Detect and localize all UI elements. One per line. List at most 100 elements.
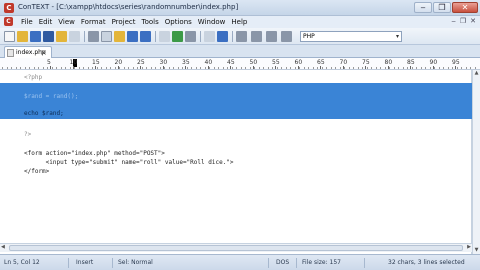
ruler-minor-tick xyxy=(389,67,390,69)
code-line-selected[interactable]: echo $rand; xyxy=(0,108,472,119)
menu-bar: C File Edit View Format Project Tools Op… xyxy=(0,16,480,28)
menu-window[interactable]: Window xyxy=(195,16,229,28)
ruler-minor-tick xyxy=(303,67,305,69)
find-next-icon[interactable] xyxy=(185,31,196,42)
play-macro-icon[interactable] xyxy=(217,31,228,42)
ruler-minor-tick xyxy=(209,67,210,69)
menu-help[interactable]: Help xyxy=(228,16,250,28)
ruler-minor-tick xyxy=(128,67,129,69)
ruler-minor-tick xyxy=(317,67,318,69)
ruler-minor-tick xyxy=(231,67,233,69)
ruler-minor-tick xyxy=(101,67,102,69)
vertical-scrollbar[interactable]: ▲ ▼ xyxy=(472,70,480,254)
run-f11-icon[interactable] xyxy=(266,31,277,42)
code-line[interactable]: </form> xyxy=(0,166,472,177)
toolbar: PHP ▾ xyxy=(0,28,480,45)
record-macro-icon[interactable] xyxy=(204,31,215,42)
menu-file[interactable]: File xyxy=(18,16,36,28)
scroll-left-icon[interactable]: ◀ xyxy=(1,244,5,250)
ruler-minor-tick xyxy=(249,67,251,69)
menu-edit[interactable]: Edit xyxy=(36,16,56,28)
paste-icon[interactable] xyxy=(114,31,125,42)
ruler-minor-tick xyxy=(429,67,431,69)
menu-tools[interactable]: Tools xyxy=(139,16,162,28)
tab-index-php[interactable]: index.php × xyxy=(4,46,52,58)
ruler-minor-tick xyxy=(456,67,458,69)
doc-minimize-button[interactable]: ‒ xyxy=(451,17,455,25)
menu-view[interactable]: View xyxy=(55,16,78,28)
horizontal-scrollbar[interactable]: ◀ ▶ xyxy=(0,243,472,252)
new-file-icon[interactable] xyxy=(4,31,15,42)
menu-project[interactable]: Project xyxy=(109,16,139,28)
scroll-right-icon[interactable]: ▶ xyxy=(467,244,471,250)
close-file-icon[interactable] xyxy=(56,31,67,42)
ruler-minor-tick xyxy=(380,67,381,69)
cut-icon[interactable] xyxy=(88,31,99,42)
ruler-minor-tick xyxy=(96,67,98,69)
code-text: <input type="submit" name="roll" value="… xyxy=(24,159,234,166)
copy-icon[interactable] xyxy=(101,31,112,42)
ruler-minor-tick xyxy=(78,67,80,69)
ruler-minor-tick xyxy=(447,67,449,69)
scroll-down-icon[interactable]: ▼ xyxy=(473,247,480,254)
ruler-minor-tick xyxy=(330,67,332,69)
chevron-down-icon: ▾ xyxy=(395,33,399,40)
minimize-button[interactable]: ‒ xyxy=(414,2,432,13)
insert-mode: Insert xyxy=(76,259,94,266)
ruler-label: 65 xyxy=(317,59,325,66)
ruler-minor-tick xyxy=(281,67,282,69)
run-f12-icon[interactable] xyxy=(281,31,292,42)
app-icon[interactable]: C xyxy=(4,3,14,13)
ruler-minor-tick xyxy=(155,67,156,69)
scroll-up-icon[interactable]: ▲ xyxy=(473,70,480,77)
code-line[interactable]: <?php xyxy=(0,72,472,83)
ruler-label: 20 xyxy=(114,59,123,66)
ruler-minor-tick xyxy=(200,67,201,69)
ruler-minor-tick xyxy=(434,67,435,69)
language-select[interactable]: PHP ▾ xyxy=(300,31,402,42)
menu-format[interactable]: Format xyxy=(78,16,109,28)
ruler-label: 95 xyxy=(452,59,460,66)
find-replace-icon[interactable] xyxy=(172,31,183,42)
ruler-minor-tick xyxy=(402,67,404,69)
doc-restore-button[interactable]: ❐ xyxy=(460,17,466,25)
save-all-icon[interactable] xyxy=(43,31,54,42)
restore-button[interactable]: ❐ xyxy=(433,2,451,13)
ruler-minor-tick xyxy=(87,67,89,69)
ruler-label: 80 xyxy=(384,59,393,66)
ruler-minor-tick xyxy=(74,67,75,69)
find-icon[interactable] xyxy=(159,31,170,42)
close-button[interactable]: ✕ xyxy=(452,2,478,13)
run-f9-icon[interactable] xyxy=(236,31,247,42)
open-folder-icon[interactable] xyxy=(17,31,28,42)
ruler-minor-tick xyxy=(177,67,179,69)
ruler-minor-tick xyxy=(276,67,278,69)
undo-icon[interactable] xyxy=(127,31,138,42)
scrollbar-thumb[interactable] xyxy=(9,245,463,251)
ruler-minor-tick xyxy=(420,67,422,69)
redo-icon[interactable] xyxy=(140,31,151,42)
line-ending: DOS xyxy=(276,259,290,266)
document-menu-icon[interactable]: C xyxy=(4,17,13,26)
run-f10-icon[interactable] xyxy=(251,31,262,42)
ruler-minor-tick xyxy=(182,67,183,69)
ruler-minor-tick xyxy=(294,67,296,69)
code-editor[interactable]: <?php $rand = rand(); echo $rand; ?> <fo… xyxy=(0,70,472,254)
ruler-label: 60 xyxy=(294,59,303,66)
ruler-minor-tick xyxy=(357,67,359,69)
menu-options[interactable]: Options xyxy=(162,16,195,28)
code-line[interactable]: ?> xyxy=(0,129,472,140)
ruler-label: 10 xyxy=(69,59,78,66)
ruler-minor-tick xyxy=(47,67,48,69)
ruler-minor-tick xyxy=(384,67,386,69)
print-icon[interactable] xyxy=(69,31,80,42)
status-bar: Ln 5, Col 12 Insert Sel: Normal DOS File… xyxy=(0,254,480,270)
toolbar-separator xyxy=(200,31,201,42)
save-icon[interactable] xyxy=(30,31,41,42)
close-tab-icon[interactable]: × xyxy=(40,48,47,57)
ruler-minor-tick xyxy=(218,67,219,69)
ruler-minor-tick xyxy=(195,67,197,69)
doc-close-button[interactable]: ✕ xyxy=(470,17,476,25)
ruler-minor-tick xyxy=(411,67,413,69)
ruler-minor-tick xyxy=(344,67,345,69)
